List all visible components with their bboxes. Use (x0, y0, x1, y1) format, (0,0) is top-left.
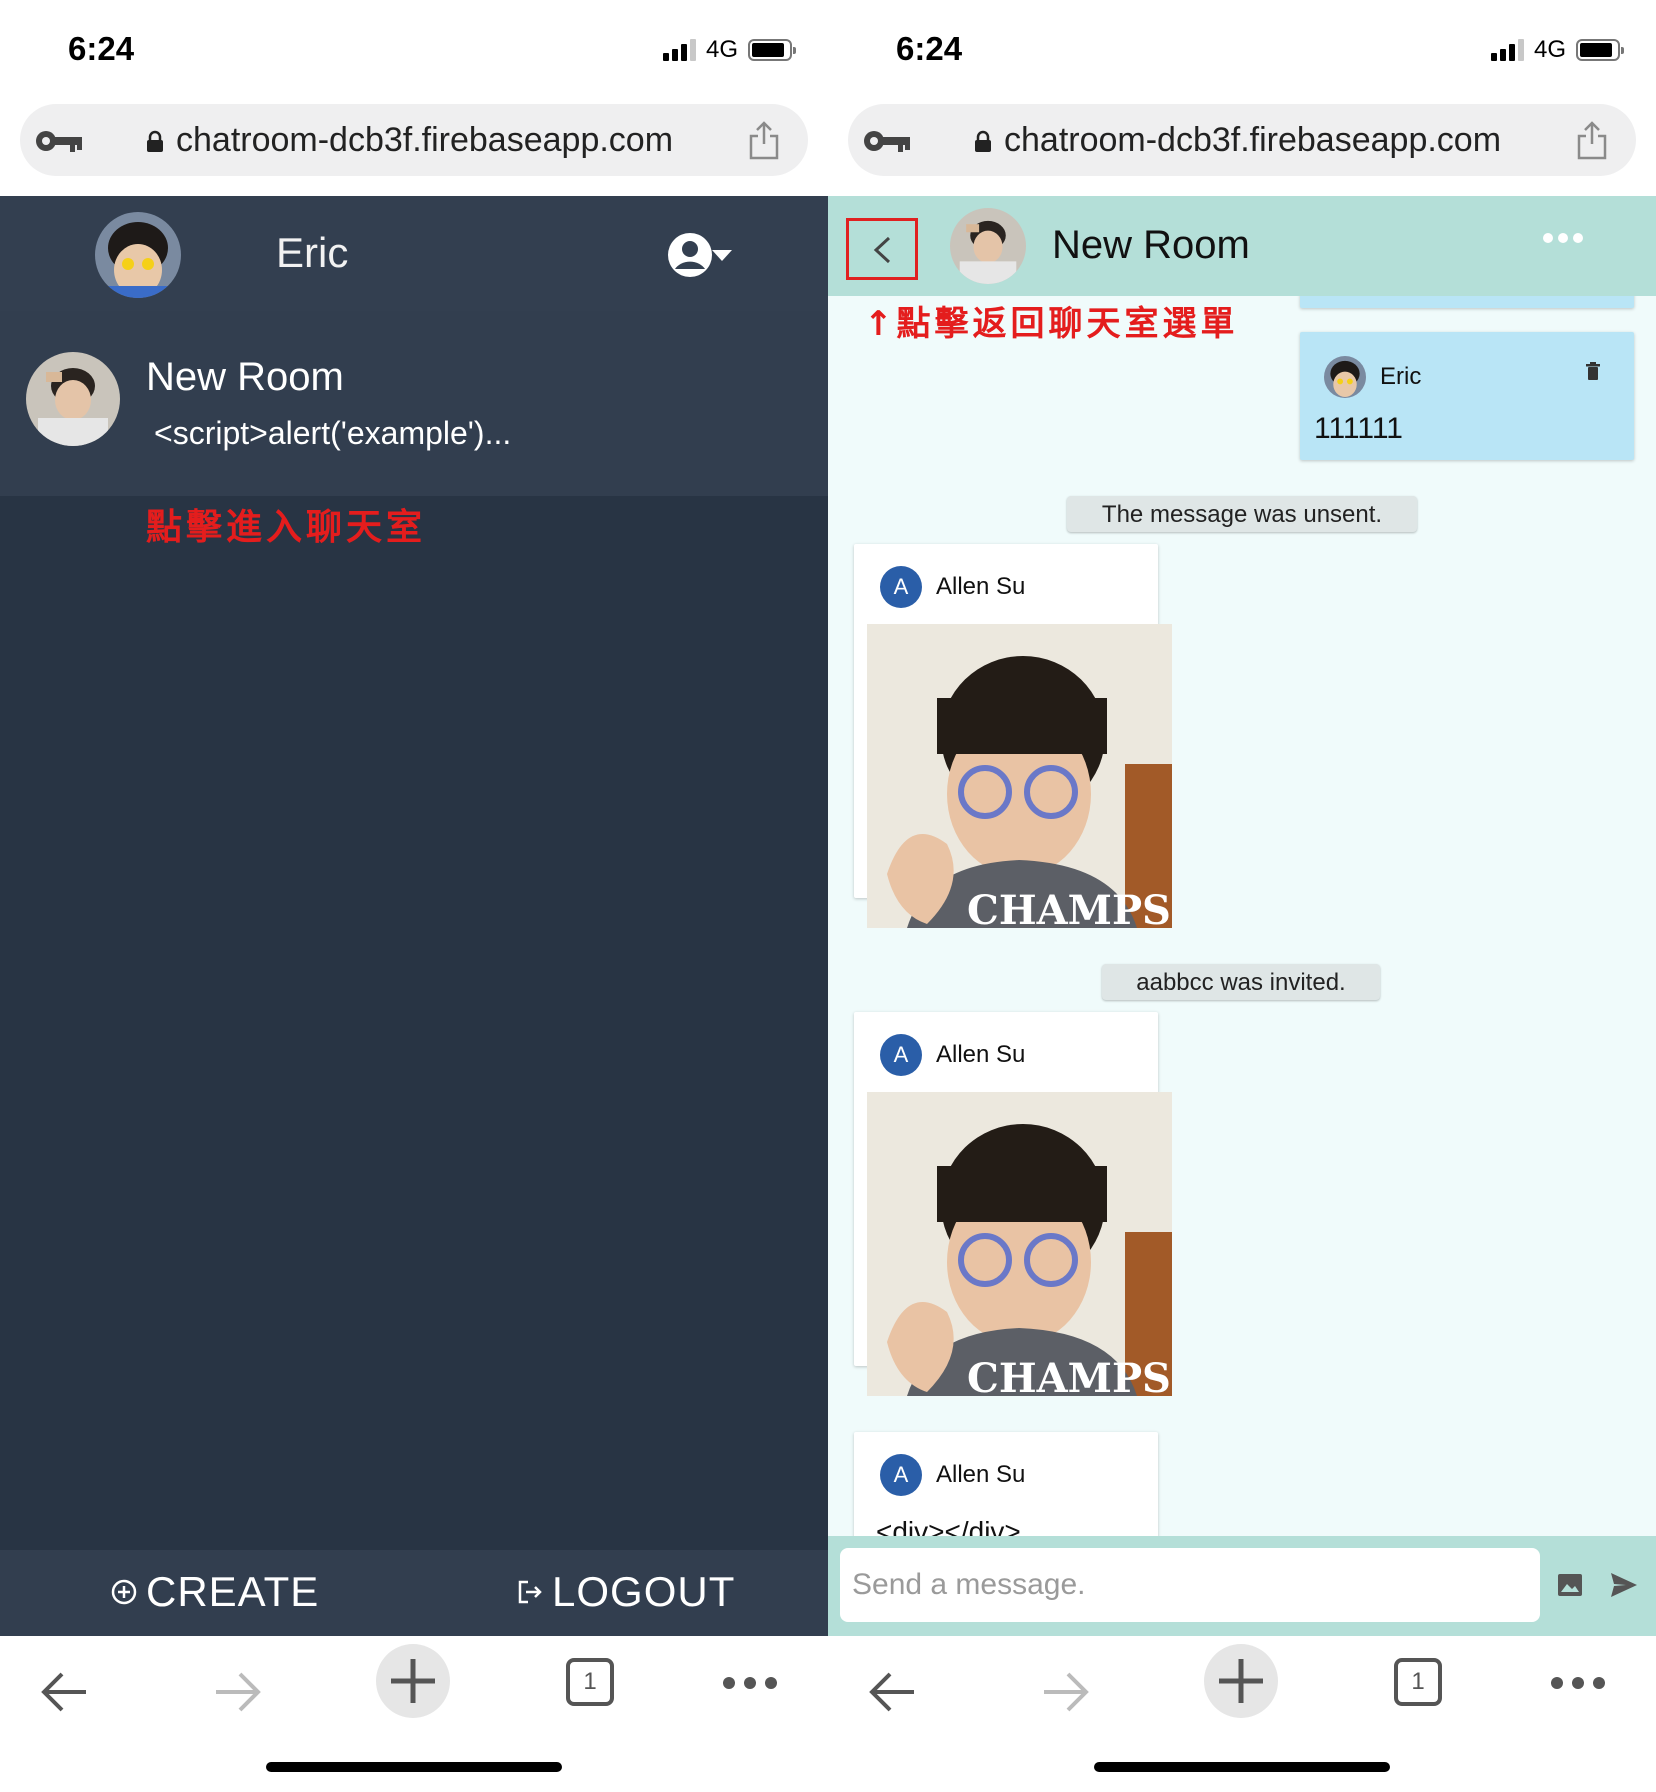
logout-icon (518, 1580, 542, 1604)
phone-room-list: 6:24 4G chatroom-dcb3f.firebaseapp.com E… (0, 0, 828, 1792)
address-bar[interactable]: chatroom-dcb3f.firebaseapp.com (848, 104, 1636, 176)
browser-toolbar: 1 (0, 1636, 828, 1792)
room-avatar (950, 208, 1026, 284)
sender-name: Allen Su (936, 1461, 1026, 1488)
room-list-app: Eric New Room <script>alert('example').. (0, 196, 828, 1636)
sender-name: Eric (1380, 363, 1422, 390)
image-message-card: A Allen Su CHAMPS (854, 1012, 1172, 1396)
room-list-item[interactable]: New Room <script>alert('example')... (0, 311, 828, 496)
ellipsis-icon[interactable] (1550, 1676, 1606, 1690)
chat-room-app: New Room ↑點擊返回聊天室選單 Eric 111111 The mess… (828, 196, 1656, 1636)
arrow-right-icon[interactable] (1040, 1670, 1092, 1714)
image-icon[interactable] (1558, 1574, 1582, 1596)
sender-name: Allen Su (936, 573, 1026, 600)
lock-icon (975, 130, 991, 152)
account-menu-icon[interactable] (666, 231, 736, 279)
chat-input-bar (828, 1536, 1656, 1636)
chat-title: New Room (1052, 223, 1250, 267)
message-text: 111111 (1314, 412, 1403, 445)
avatar (1324, 356, 1366, 398)
network-type: 4G (1533, 36, 1566, 63)
svg-text:CHAMPS: CHAMPS (967, 887, 1171, 928)
system-message-unsent: The message was unsent. (1067, 496, 1417, 532)
arrow-left-icon[interactable] (866, 1670, 918, 1714)
logout-label: LOGOUT (552, 1568, 736, 1615)
sender-row: A Allen Su (880, 1454, 1025, 1496)
create-button[interactable]: CREATE (110, 1568, 319, 1616)
plus-icon (391, 1659, 435, 1703)
address-bar[interactable]: chatroom-dcb3f.firebaseapp.com (20, 104, 808, 176)
annotation-enter-room: 點擊進入聊天室 (146, 507, 427, 548)
url-text[interactable]: chatroom-dcb3f.firebaseapp.com (1004, 121, 1501, 160)
share-icon[interactable] (1576, 120, 1608, 160)
logout-button[interactable]: LOGOUT (516, 1568, 735, 1616)
share-icon[interactable] (748, 120, 780, 160)
user-header: Eric (0, 196, 828, 311)
text-message-card: A Allen Su <div></div> (854, 1432, 1158, 1536)
trash-icon[interactable] (1586, 362, 1600, 380)
arrow-left-icon[interactable] (38, 1670, 90, 1714)
avatar: A (880, 1034, 922, 1076)
message-card-partial (1300, 296, 1634, 308)
tabs-icon[interactable]: 1 (1394, 1658, 1442, 1706)
create-label: CREATE (146, 1568, 320, 1615)
sender-row: Eric (1324, 356, 1421, 398)
bottom-action-bar: CREATE LOGOUT (0, 1550, 828, 1636)
create-icon (111, 1579, 137, 1605)
system-message-invited: aabbcc was invited. (1102, 964, 1380, 1000)
back-icon (873, 236, 891, 264)
status-time: 6:24 (896, 30, 963, 67)
message-list[interactable]: Eric 111111 The message was unsent. A Al… (828, 296, 1656, 1536)
phone-chat-room: 6:24 4G chatroom-dcb3f.firebaseapp.com N… (828, 0, 1656, 1792)
sender-row: A Allen Su (880, 1034, 1025, 1076)
network-type: 4G (705, 36, 738, 63)
sender-row: A Allen Su (880, 566, 1025, 608)
plus-icon (1219, 1659, 1263, 1703)
status-indicators: 4G (1490, 36, 1624, 64)
key-icon[interactable] (862, 126, 912, 156)
avatar: A (880, 566, 922, 608)
status-indicators: 4G (662, 36, 796, 64)
back-button[interactable] (846, 218, 918, 280)
room-avatar (26, 352, 120, 446)
svg-text:CHAMPS: CHAMPS (967, 1355, 1171, 1396)
tabs-icon[interactable]: 1 (566, 1658, 614, 1706)
signal-icon (1490, 39, 1524, 61)
status-time: 6:24 (68, 30, 135, 67)
own-message-card: Eric 111111 (1300, 332, 1634, 460)
sender-name: Allen Su (936, 1041, 1026, 1068)
signal-icon (662, 39, 696, 61)
message-input[interactable] (840, 1548, 1540, 1622)
battery-icon (748, 39, 796, 61)
message-image[interactable]: CHAMPS (867, 1092, 1172, 1396)
image-message-card: A Allen Su CHAMPS (854, 544, 1172, 928)
annotation-back: ↑點擊返回聊天室選單 (864, 304, 1239, 344)
more-icon[interactable] (1542, 232, 1584, 244)
key-icon[interactable] (34, 126, 84, 156)
url-text[interactable]: chatroom-dcb3f.firebaseapp.com (176, 121, 673, 160)
home-indicator (1094, 1762, 1390, 1772)
send-icon[interactable] (1610, 1572, 1638, 1598)
user-name: Eric (276, 229, 349, 276)
new-tab-button[interactable] (1204, 1644, 1278, 1718)
message-image[interactable]: CHAMPS (867, 624, 1172, 928)
room-name: New Room (146, 355, 344, 399)
message-text: <div></div> (876, 1516, 1021, 1536)
avatar: A (880, 1454, 922, 1496)
ellipsis-icon[interactable] (722, 1676, 778, 1690)
new-tab-button[interactable] (376, 1644, 450, 1718)
lock-icon (147, 130, 163, 152)
arrow-right-icon[interactable] (212, 1670, 264, 1714)
browser-toolbar: 1 (828, 1636, 1656, 1792)
home-indicator (266, 1762, 562, 1772)
avatar (95, 212, 181, 298)
chat-header: New Room (828, 196, 1656, 296)
room-last-message: <script>alert('example')... (154, 415, 512, 451)
battery-icon (1576, 39, 1624, 61)
